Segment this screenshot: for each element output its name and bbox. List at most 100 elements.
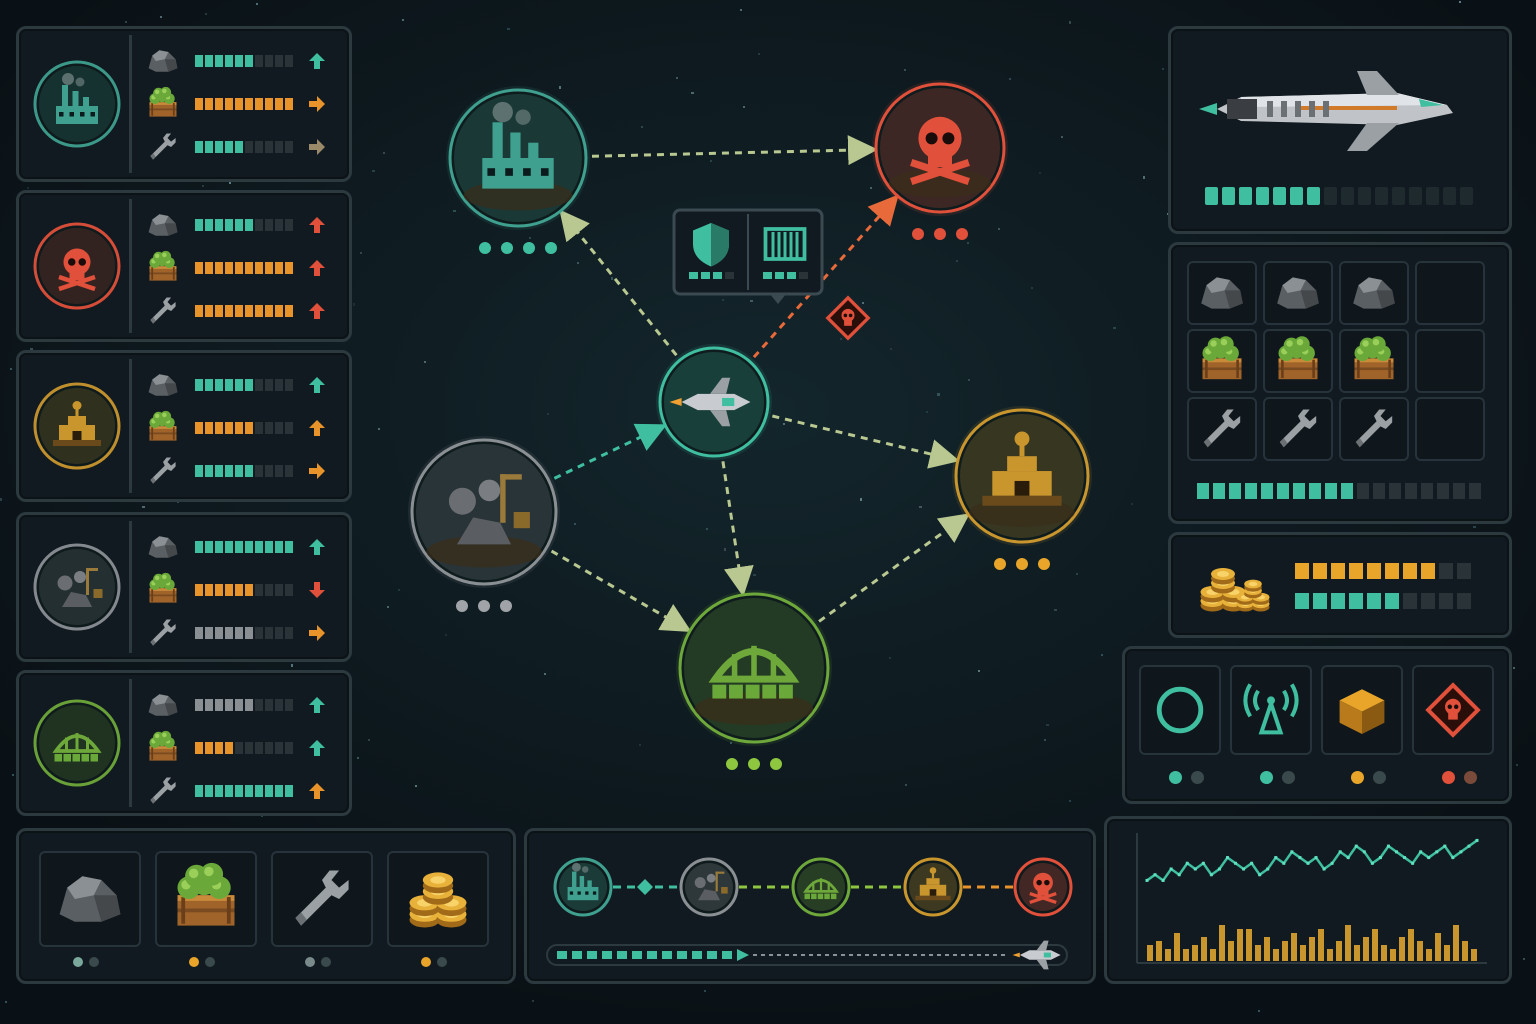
inventory-slot-parts[interactable]	[271, 851, 373, 947]
price-point	[1185, 861, 1189, 865]
hull-bar-segment	[1460, 187, 1473, 205]
volume-bar	[1264, 937, 1270, 961]
route-industrial-to-pirate[interactable]	[591, 135, 879, 166]
volume-bar	[1417, 941, 1423, 961]
volume-bar	[1435, 933, 1441, 961]
volume-bar	[1219, 925, 1225, 961]
map-node-mining[interactable]	[408, 436, 560, 612]
parts-icon	[1355, 409, 1393, 448]
cargo-crate-status[interactable]	[1321, 665, 1403, 755]
price-point	[1314, 856, 1318, 860]
volume-bar	[1444, 945, 1450, 961]
volume-bar	[1372, 929, 1378, 961]
map-node-agricultural[interactable]	[676, 590, 832, 770]
price-point	[1386, 844, 1390, 848]
inventory-slot-crops[interactable]	[155, 851, 257, 947]
price-point	[1217, 867, 1221, 871]
hull-bar-segment	[1426, 187, 1439, 205]
cargo-slot-crops[interactable]	[1339, 329, 1409, 393]
scanner-ring-status[interactable]	[1139, 665, 1221, 755]
map-node-industrial[interactable]	[446, 86, 590, 254]
route-progress-segment	[647, 951, 657, 959]
volume-bar	[1147, 945, 1153, 961]
signal-tower-status[interactable]	[1230, 665, 1312, 755]
hull-bar-segment	[1222, 187, 1235, 205]
cargo-slot-parts[interactable]	[1263, 397, 1333, 461]
price-point	[1153, 873, 1157, 877]
hull-bar-segment	[1307, 187, 1320, 205]
bar-segment	[1373, 483, 1385, 499]
credits-gold-bar	[1295, 563, 1471, 579]
cargo-hold-panel	[1168, 242, 1512, 524]
cargo-slot-empty[interactable]	[1415, 329, 1485, 393]
bar-segment	[1403, 563, 1417, 579]
cargo-slot-empty[interactable]	[1415, 261, 1485, 325]
volume-bar	[1345, 925, 1351, 961]
ore-icon	[1201, 277, 1243, 309]
route-ship-to-agricultural[interactable]	[721, 461, 754, 597]
bar-segment	[1277, 483, 1289, 499]
node-level-dot	[456, 600, 468, 612]
price-point	[1395, 850, 1399, 854]
map-node-desert-outpost[interactable]	[952, 406, 1092, 570]
hull-bar-segment	[1409, 187, 1422, 205]
cargo-slot-parts[interactable]	[1187, 397, 1257, 461]
route-progress-segment	[632, 951, 642, 959]
spaceship-icon[interactable]	[1171, 29, 1509, 231]
bar-segment	[1213, 483, 1225, 499]
inventory-dot	[89, 957, 99, 967]
price-line	[1146, 839, 1478, 883]
cargo-slot-crops[interactable]	[1187, 329, 1257, 393]
price-point	[1145, 878, 1149, 882]
inventory-slot-ore[interactable]	[39, 851, 141, 947]
volume-bar	[1354, 945, 1360, 961]
skull-warning-icon[interactable]	[825, 295, 871, 341]
route-progress-segment	[587, 951, 597, 959]
cargo-slot-empty[interactable]	[1415, 397, 1485, 461]
route-progress-segment	[677, 951, 687, 959]
cargo-slot-ore[interactable]	[1187, 261, 1257, 325]
price-point	[1443, 844, 1447, 848]
route-plan-panel	[524, 828, 1096, 984]
inventory-dot	[205, 957, 215, 967]
map-node-pirate[interactable]	[872, 80, 1008, 240]
bar-segment	[1421, 593, 1435, 609]
volume-bar	[1309, 937, 1315, 961]
route-mining-to-ship[interactable]	[553, 423, 668, 480]
cargo-slot-crops[interactable]	[1263, 329, 1333, 393]
node-level-dot	[934, 228, 946, 240]
cargo-capacity-bar	[1197, 483, 1481, 499]
cargo-slot-ore[interactable]	[1339, 261, 1409, 325]
price-point	[1234, 861, 1238, 865]
hull-bar-segment	[1239, 187, 1252, 205]
route-agricultural-to-desert-outpost[interactable]	[818, 513, 970, 623]
volume-bar	[1471, 949, 1477, 961]
route-stop-greenhouse-icon[interactable]	[791, 857, 851, 917]
route-stop-factory-icon[interactable]	[553, 857, 613, 917]
route-mining-to-agricultural[interactable]	[550, 549, 692, 632]
bar-segment	[1385, 563, 1399, 579]
node-level-dot	[545, 242, 557, 254]
volume-bar	[1426, 949, 1432, 961]
map-node-ship[interactable]	[656, 344, 772, 460]
price-point	[1266, 867, 1270, 871]
route-stop-outpost-icon[interactable]	[903, 857, 963, 917]
crops-icon	[1278, 336, 1318, 380]
cargo-slot-parts[interactable]	[1339, 397, 1409, 461]
tooltip-level-segment	[701, 272, 710, 279]
cargo-slot-ore[interactable]	[1263, 261, 1333, 325]
inventory-slot-coins[interactable]	[387, 851, 489, 947]
route-ship-to-industrial[interactable]	[559, 209, 678, 357]
route-progress-segment	[722, 951, 732, 959]
bar-segment	[1325, 483, 1337, 499]
route-ship-to-desert-outpost[interactable]	[771, 414, 960, 469]
bar-segment	[1197, 483, 1209, 499]
route-stop-skull-icon[interactable]	[1013, 857, 1073, 917]
node-level-dot	[770, 758, 782, 770]
hull-bar-segment	[1341, 187, 1354, 205]
volume-bar	[1300, 945, 1306, 961]
route-stop-mining-icon[interactable]	[679, 857, 739, 917]
hull-bar-segment	[1205, 187, 1218, 205]
credits-panel	[1168, 532, 1512, 638]
danger-skull-status[interactable]	[1412, 665, 1494, 755]
